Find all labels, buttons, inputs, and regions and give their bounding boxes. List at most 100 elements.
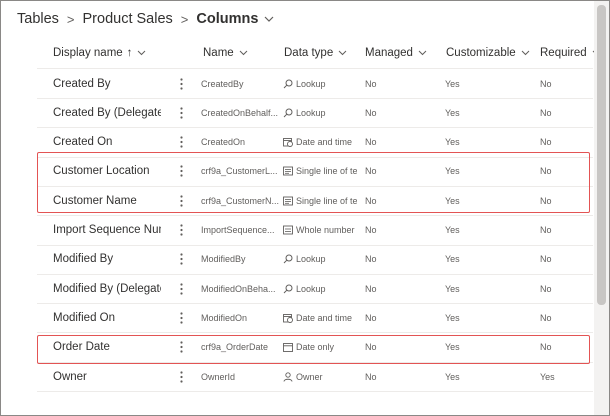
column-header-row: Display name ↑ Name Data type Managed Cu… <box>37 39 601 69</box>
search-icon <box>283 108 293 118</box>
cell-customizable: Yes <box>445 225 460 235</box>
data-type-label: Date and time <box>296 137 353 148</box>
cell-managed: No <box>365 371 377 382</box>
cell-required: Yes <box>540 371 555 382</box>
search-icon <box>283 284 293 294</box>
table-row[interactable]: Customer Name crf9a_CustomerN... Single li… <box>37 186 593 217</box>
text-lines-icon <box>283 196 293 206</box>
cell-data-type: Date only <box>283 333 357 362</box>
cell-data-type: Date and time <box>283 303 357 332</box>
cell-managed: No <box>365 283 377 294</box>
table-row[interactable]: Owner OwnerId Owner No Yes Yes <box>37 362 593 392</box>
cell-data-type: Lookup <box>283 274 357 303</box>
calendar-clock-icon <box>283 313 293 323</box>
cell-display-name[interactable]: Modified By <box>53 245 161 274</box>
cell-required: No <box>540 195 552 206</box>
cell-managed: No <box>365 78 377 89</box>
cell-customizable: Yes <box>445 371 460 382</box>
header-name[interactable]: Name <box>203 47 248 59</box>
more-options-icon[interactable] <box>175 186 187 215</box>
cell-managed: No <box>365 195 377 206</box>
cell-customizable: Yes <box>445 283 460 294</box>
cell-managed: No <box>365 166 377 177</box>
table-row[interactable]: Created By (Delegate) CreatedOnBehalf... L… <box>37 98 593 129</box>
data-type-label: Date and time <box>296 312 353 323</box>
breadcrumb-separator: > <box>66 11 75 27</box>
cell-data-type: Lookup <box>283 98 357 127</box>
table-row[interactable]: Import Sequence Number ImportSequence... W… <box>37 216 593 246</box>
data-type-label: Date only <box>296 342 335 353</box>
cell-display-name[interactable]: Modified By (Delegate) <box>53 274 161 303</box>
person-icon <box>283 371 293 382</box>
cell-customizable: Yes <box>445 195 460 206</box>
cell-data-type: Whole number <box>283 216 357 245</box>
cell-display-name[interactable]: Modified On <box>53 303 161 332</box>
cell-required: No <box>540 225 552 235</box>
cell-required: No <box>540 137 552 148</box>
more-options-icon[interactable] <box>175 303 187 332</box>
cell-display-name[interactable]: Customer Name <box>53 186 161 215</box>
cell-name: ModifiedOn <box>201 312 248 323</box>
more-options-icon[interactable] <box>175 69 187 98</box>
chevron-down-icon[interactable] <box>264 16 274 22</box>
breadcrumb: Tables > Product Sales > Columns <box>17 9 274 29</box>
table-row[interactable]: Customer Location crf9a_CustomerL... Singl… <box>37 157 593 187</box>
more-options-icon[interactable] <box>175 128 187 157</box>
cell-data-type: Single line of te <box>283 157 357 186</box>
search-icon <box>283 254 293 264</box>
header-required[interactable]: Required <box>540 47 601 59</box>
table-row[interactable]: Modified On ModifiedOn Date and time No Yes N… <box>37 303 593 334</box>
cell-display-name[interactable]: Import Sequence Number <box>53 216 161 245</box>
breadcrumb-tables[interactable]: Tables <box>17 11 59 27</box>
header-customizable[interactable]: Customizable <box>446 47 530 59</box>
cell-managed: No <box>365 254 377 265</box>
table-row[interactable]: Order Date crf9a_OrderDate Date only No Yes N… <box>37 333 593 363</box>
cell-required: No <box>540 283 552 294</box>
table-row[interactable]: Created By CreatedBy Lookup No Yes No <box>37 69 593 99</box>
header-data-type[interactable]: Data type <box>284 47 347 59</box>
cell-managed: No <box>365 342 377 353</box>
table-row[interactable]: Created On CreatedOn Date and time No Yes No <box>37 128 593 158</box>
header-required-label: Required <box>540 47 587 59</box>
breadcrumb-columns[interactable]: Columns <box>196 11 258 27</box>
cell-display-name[interactable]: Created By (Delegate) <box>53 98 161 127</box>
cell-display-name[interactable]: Created By <box>53 69 161 98</box>
breadcrumb-product-sales[interactable]: Product Sales <box>83 11 173 27</box>
more-options-icon[interactable] <box>175 216 187 245</box>
more-options-icon[interactable] <box>175 98 187 127</box>
more-options-icon[interactable] <box>175 333 187 362</box>
cell-name: crf9a_CustomerL... <box>201 166 278 177</box>
header-display-name-label: Display name <box>53 47 123 59</box>
scrollbar-thumb[interactable] <box>597 5 606 305</box>
cell-data-type: Single line of te <box>283 186 357 215</box>
header-managed[interactable]: Managed <box>365 47 427 59</box>
more-options-icon[interactable] <box>175 274 187 303</box>
table-row[interactable]: Modified By ModifiedBy Lookup No Yes No <box>37 245 593 275</box>
more-options-icon[interactable] <box>175 157 187 186</box>
data-type-label: Lookup <box>296 254 326 265</box>
header-name-label: Name <box>203 47 234 59</box>
vertical-scrollbar[interactable] <box>594 1 609 415</box>
more-options-icon[interactable] <box>175 245 187 274</box>
cell-name: CreatedOn <box>201 137 246 148</box>
cell-name: crf9a_OrderDate <box>201 342 269 353</box>
cell-data-type: Date and time <box>283 128 357 157</box>
cell-display-name[interactable]: Created On <box>53 128 161 157</box>
cell-display-name[interactable]: Customer Location <box>53 157 161 186</box>
search-icon <box>283 79 293 89</box>
cell-data-type: Owner <box>283 362 357 391</box>
cell-display-name[interactable]: Order Date <box>53 333 161 362</box>
more-options-icon[interactable] <box>175 362 187 391</box>
cell-required: No <box>540 166 552 177</box>
cell-managed: No <box>365 225 377 235</box>
data-type-label: Single line of te <box>296 166 357 177</box>
cell-customizable: Yes <box>445 78 460 89</box>
number-icon <box>283 225 293 235</box>
text-lines-icon <box>283 166 293 176</box>
table-row[interactable]: Modified By (Delegate) ModifiedOnBeha... L… <box>37 274 593 305</box>
chevron-down-icon <box>239 50 248 56</box>
header-display-name[interactable]: Display name ↑ <box>53 47 146 59</box>
cell-name: OwnerId <box>201 371 236 382</box>
cell-display-name[interactable]: Owner <box>53 362 161 391</box>
chevron-down-icon <box>338 50 347 56</box>
